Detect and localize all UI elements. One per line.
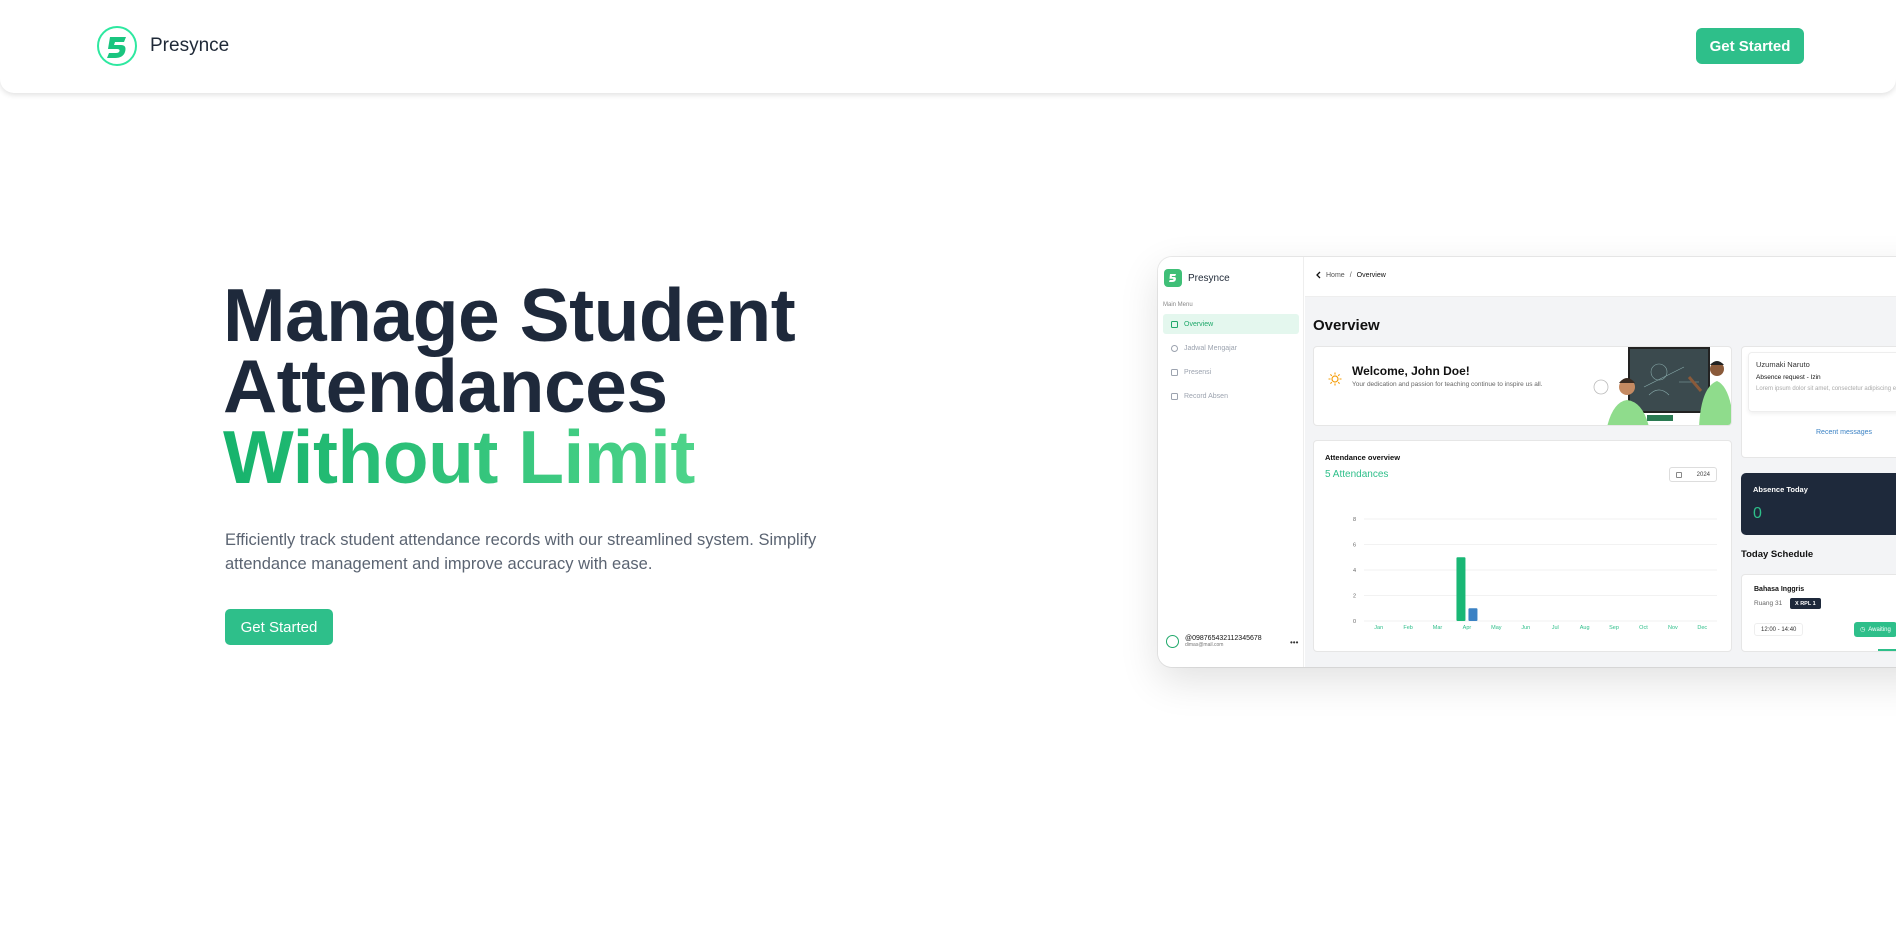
hero-get-started-button[interactable]: Get Started (225, 609, 333, 645)
absence-title: Absence Today (1753, 485, 1808, 494)
message-sender: Uzumaki Naruto (1756, 360, 1810, 369)
messages-card: Uzumaki Naruto Absence request - Izin Lo… (1741, 346, 1896, 458)
top-navbar: Presynce Get Started (0, 0, 1896, 93)
schedule-title: Today Schedule (1741, 549, 1814, 560)
x-tick-label: Sep (1609, 625, 1619, 631)
x-tick-label: Feb (1403, 625, 1412, 631)
preview-menu-label: Overview (1184, 320, 1214, 328)
sun-icon (1328, 372, 1342, 386)
x-tick-label: Jun (1521, 625, 1530, 631)
welcome-title: Welcome, John Doe! (1352, 364, 1470, 378)
schedule-subject: Bahasa Inggris (1754, 586, 1805, 593)
preview-menu-record[interactable]: Record Absen (1163, 386, 1299, 406)
preview-user[interactable]: @098765432112345678 dimas@mail.com (1166, 635, 1262, 648)
breadcrumb-home[interactable]: Home (1326, 272, 1345, 279)
attendance-bar-chart: 0 2 4 6 8 Jan Feb Mar Apr May Jun Jul Aug Sep Oct Nov De… (1353, 517, 1717, 631)
y-tick-label: 4 (1353, 568, 1356, 574)
overview-icon (1171, 320, 1178, 328)
attendance-count: 5 Attendances (1325, 469, 1389, 480)
schedule-room: Ruang 31 (1754, 600, 1783, 607)
hero-title: Manage Student Attendances Without Limit (223, 278, 796, 499)
record-icon (1171, 392, 1178, 400)
preview-main: Home / Overview Overview Welcome, John D… (1305, 257, 1896, 667)
preview-menu-presensi[interactable]: Presensi (1163, 362, 1299, 382)
hero-subtitle: Efficiently track student attendance rec… (225, 531, 817, 573)
welcome-subtitle: Your dedication and passion for teaching… (1352, 381, 1543, 388)
attendance-chart-card: Attendance overview 5 Attendances 2024 0… (1313, 440, 1732, 652)
preview-breadcrumb: Home / Overview (1315, 271, 1386, 279)
brand[interactable]: Presynce (96, 25, 229, 67)
y-tick-label: 0 (1353, 619, 1356, 625)
schedule-card: Bahasa Inggris Ruang 31 X RPL 1 12:00 - … (1741, 574, 1896, 652)
x-tick-label: Aug (1580, 625, 1590, 631)
class-badge: X RPL 1 (1790, 598, 1821, 609)
back-chevron-icon[interactable] (1315, 271, 1321, 279)
chart-bar (1456, 557, 1466, 621)
brand-name: Presynce (150, 35, 230, 56)
preview-topbar: Home / Overview (1305, 257, 1896, 297)
preview-sidebar: Presynce Main Menu Overview Jadwal Menga… (1158, 257, 1304, 667)
message-subject: Absence request - Izin (1756, 374, 1821, 381)
y-tick-label: 8 (1353, 517, 1356, 523)
clock-icon (1171, 344, 1178, 352)
more-options-icon[interactable]: ••• (1290, 638, 1298, 647)
teacher-illustration (1593, 347, 1731, 425)
preview-page-title: Overview (1313, 317, 1380, 334)
x-tick-label: Nov (1668, 625, 1678, 631)
year-selector[interactable]: 2024 (1669, 467, 1717, 482)
user-avatar-icon (1166, 635, 1179, 648)
x-tick-label: Jan (1374, 625, 1383, 631)
chart-bar (1468, 608, 1478, 621)
preview-user-email: dimas@mail.com (1185, 642, 1224, 648)
awaiting-button[interactable]: ◷ Awaiting (1854, 622, 1896, 637)
y-tick-label: 2 (1353, 594, 1356, 600)
preview-menu-overview[interactable]: Overview (1163, 314, 1299, 334)
year-value: 2024 (1696, 471, 1710, 478)
breadcrumb-separator: / (1349, 271, 1352, 279)
preview-menu-jadwal[interactable]: Jadwal Mengajar (1163, 338, 1299, 358)
brand-logo-icon (97, 26, 137, 66)
x-tick-label: May (1491, 625, 1502, 631)
dashboard-preview: Presynce Main Menu Overview Jadwal Menga… (1158, 257, 1896, 667)
hero-title-accent: Without Limit (223, 415, 695, 499)
breadcrumb-current: Overview (1356, 271, 1386, 279)
status-circle-icon: ◷ (1860, 627, 1866, 633)
preview-menu-label: Record Absen (1184, 392, 1228, 400)
preview-menu-title: Main Menu (1163, 302, 1193, 308)
preview-brand: Presynce (1164, 269, 1230, 287)
absence-today-card: Absence Today 0 (1741, 473, 1896, 535)
x-tick-label: Apr (1463, 625, 1472, 631)
recent-messages-link[interactable]: Recent messages (1816, 429, 1872, 436)
x-tick-label: Dec (1697, 625, 1707, 631)
check-icon (1171, 368, 1178, 376)
preview-menu-label: Presensi (1184, 368, 1212, 376)
preview-brand-name: Presynce (1188, 272, 1230, 284)
x-tick-label: Jul (1552, 625, 1559, 631)
welcome-card: Welcome, John Doe! Your dedication and p… (1313, 346, 1732, 426)
preview-menu-label: Jadwal Mengajar (1184, 344, 1237, 352)
get-started-button[interactable]: Get Started (1696, 28, 1804, 64)
chart-title: Attendance overview (1325, 453, 1401, 462)
awaiting-label: Awaiting (1868, 626, 1891, 633)
preview-logo-icon (1164, 269, 1182, 287)
x-tick-label: Oct (1639, 625, 1648, 631)
y-tick-label: 6 (1353, 543, 1356, 549)
absence-value: 0 (1753, 505, 1762, 522)
x-tick-label: Mar (1433, 625, 1443, 631)
calendar-icon (1676, 472, 1682, 478)
message-body: Lorem ipsum dolor sit amet, consectetur … (1756, 386, 1896, 392)
preview-user-id: @098765432112345678 (1185, 635, 1262, 642)
schedule-progress-line (1878, 649, 1896, 651)
schedule-time: 12:00 - 14:40 (1754, 623, 1804, 636)
